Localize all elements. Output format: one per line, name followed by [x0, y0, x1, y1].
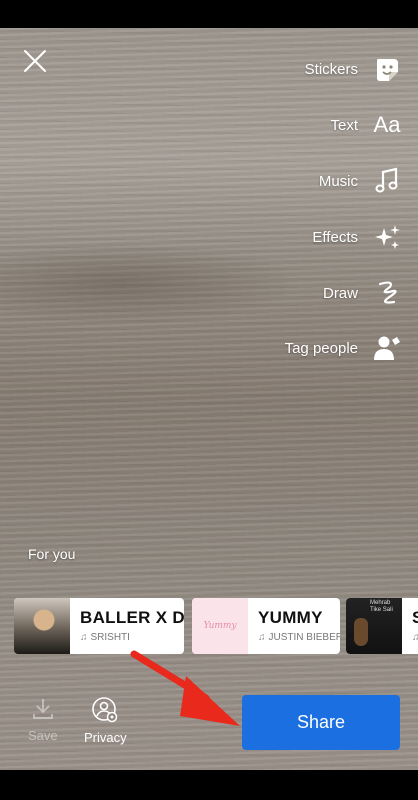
sparkles-icon [372, 222, 402, 252]
text-icon-glyph: Aa [373, 112, 401, 137]
share-button[interactable]: Share [242, 695, 400, 750]
album-thumbnail-text: Mehrab Tike Sali [370, 600, 393, 613]
status-bar [0, 0, 418, 28]
music-button[interactable]: Music [319, 166, 402, 196]
download-icon [32, 699, 53, 719]
song-title: S [412, 608, 418, 627]
draw-icon [372, 278, 402, 308]
effects-button[interactable]: Effects [312, 222, 402, 252]
text-icon: Aa [372, 110, 402, 140]
music-note-icon [372, 166, 402, 196]
close-button[interactable] [22, 48, 48, 74]
music-note-icon: ♫ [80, 632, 88, 643]
music-note-icon: ♫ [258, 632, 266, 643]
song-artist: SRISHTI [90, 632, 130, 643]
stickers-button[interactable]: Stickers [305, 54, 402, 84]
stickers-label: Stickers [304, 60, 358, 78]
navigation-bar [0, 770, 418, 800]
tag-people-button[interactable]: Tag people [285, 333, 402, 363]
privacy-button[interactable]: Privacy [84, 696, 127, 745]
music-label: Music [318, 172, 358, 190]
privacy-icon [92, 697, 118, 723]
music-note-icon: ♫ [412, 632, 418, 643]
song-card[interactable]: Mehrab Tike Sali S ♫ [346, 598, 418, 654]
text-button[interactable]: Text Aa [330, 110, 402, 140]
close-icon [24, 50, 46, 72]
tag-people-label: Tag people [284, 339, 358, 357]
save-button[interactable]: Save [28, 696, 58, 743]
album-thumbnail-text: Yummy [203, 621, 237, 631]
song-artist: JUSTIN BIEBER [268, 632, 341, 643]
effects-label: Effects [312, 228, 358, 246]
album-thumbnail: Mehrab Tike Sali [346, 598, 402, 654]
draw-button[interactable]: Draw [323, 278, 402, 308]
save-label: Save [28, 728, 58, 743]
privacy-label: Privacy [84, 730, 127, 745]
annotation-arrow-icon [130, 650, 240, 726]
tag-person-icon [372, 333, 402, 363]
guitar-image [354, 618, 368, 646]
sticker-icon [372, 54, 402, 84]
for-you-label: For you [28, 546, 76, 562]
draw-label: Draw [322, 284, 358, 302]
text-label: Text [330, 116, 358, 134]
album-thumbnail [14, 598, 70, 654]
song-title: BALLER X DOG [80, 608, 184, 627]
song-title: YUMMY [258, 608, 323, 627]
